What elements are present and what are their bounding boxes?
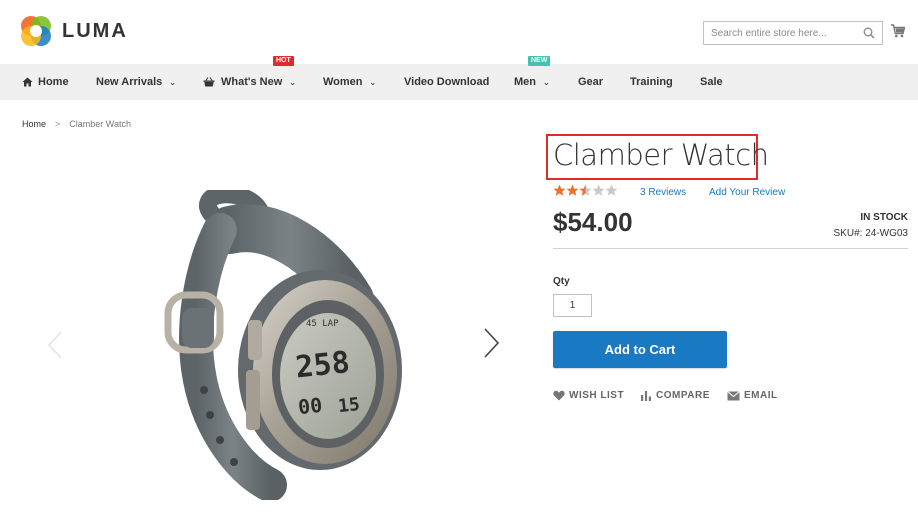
product-rating: [553, 184, 617, 197]
product-image[interactable]: 45 LAP 258 00 15: [160, 190, 420, 500]
compare-icon: [641, 391, 651, 401]
watch-top-label: 45 LAP: [306, 319, 339, 329]
reviews-link[interactable]: 3 Reviews: [640, 187, 686, 198]
breadcrumb-separator: >: [55, 119, 61, 129]
product-sku: SKU#: 24-WG03: [834, 228, 908, 239]
cart-icon[interactable]: [890, 23, 906, 39]
chevron-down-icon: ⌄: [369, 77, 377, 87]
compare-link[interactable]: COMPARE: [640, 390, 710, 401]
watch-main-value: 258: [294, 345, 352, 385]
basket-icon: [203, 77, 215, 87]
nav-label-home: Home: [38, 76, 69, 88]
gallery-next-arrow-icon[interactable]: [482, 327, 500, 359]
breadcrumb-home[interactable]: Home: [22, 119, 46, 129]
new-badge: NEW: [528, 56, 551, 66]
gallery-prev-arrow-icon[interactable]: [46, 330, 64, 360]
nav-label-sale: Sale: [700, 76, 723, 88]
nav-item-training[interactable]: Training: [630, 64, 673, 100]
nav-item-home[interactable]: Home: [22, 64, 69, 100]
qty-input[interactable]: [553, 294, 592, 317]
qty-label: Qty: [553, 276, 570, 287]
logo-text: LUMA: [62, 19, 128, 42]
watch-secondary-value: 15: [337, 394, 361, 417]
wishlist-link[interactable]: WISH LIST: [553, 390, 624, 401]
luma-logo[interactable]: LUMA: [20, 15, 128, 47]
luma-logo-icon: [21, 16, 51, 46]
nav-label-men: Men: [514, 76, 536, 88]
nav-label-video-download: Video Download: [404, 76, 490, 88]
email-link[interactable]: EMAIL: [727, 390, 778, 401]
nav-label-whats-new: What's New: [221, 76, 283, 88]
nav-item-men[interactable]: Men ⌄ NEW: [514, 56, 551, 100]
product-price: $54.00: [553, 207, 633, 237]
email-label: EMAIL: [744, 390, 778, 401]
wishlist-label: WISH LIST: [569, 390, 625, 401]
nav-label-new-arrivals: New Arrivals: [96, 76, 163, 88]
envelope-icon: [727, 390, 740, 400]
heart-icon: [553, 390, 565, 401]
breadcrumb-current: Clamber Watch: [69, 119, 131, 129]
compare-label: COMPARE: [656, 390, 710, 401]
product-gallery: 45 LAP 258 00 15: [30, 170, 520, 510]
nav-item-new-arrivals[interactable]: New Arrivals ⌄: [96, 64, 176, 100]
divider: [553, 248, 908, 249]
chevron-down-icon: ⌄: [169, 77, 176, 87]
breadcrumb: Home > Clamber Watch: [22, 119, 131, 129]
nav-label-women: Women: [323, 76, 363, 88]
hot-badge: HOT: [273, 56, 294, 66]
main-navigation: Home New Arrivals ⌄ What's New ⌄ HOT Wom…: [0, 56, 918, 100]
product-title: Clamber Watch: [553, 138, 769, 172]
search-input[interactable]: [704, 22, 854, 44]
nav-item-gear[interactable]: Gear: [578, 64, 603, 100]
sku-label: SKU#:: [833, 228, 863, 239]
add-review-link[interactable]: Add Your Review: [709, 187, 785, 198]
add-to-cart-button[interactable]: Add to Cart: [553, 331, 727, 368]
nav-label-training: Training: [630, 76, 673, 88]
nav-item-video-download[interactable]: Video Download: [404, 64, 489, 100]
stock-status: IN STOCK: [860, 212, 908, 223]
chevron-down-icon: ⌄: [289, 77, 296, 87]
nav-item-sale[interactable]: Sale: [700, 64, 723, 100]
watch-sub-value: 00: [297, 393, 323, 419]
search-icon[interactable]: [863, 27, 875, 39]
nav-item-whats-new[interactable]: What's New ⌄ HOT: [203, 56, 296, 100]
nav-label-gear: Gear: [578, 76, 604, 88]
header: LUMA: [0, 0, 918, 64]
search-box: [703, 21, 883, 45]
chevron-down-icon: ⌄: [543, 77, 550, 87]
nav-item-women[interactable]: Women ⌄: [323, 64, 376, 100]
sku-value: 24-WG03: [865, 228, 908, 239]
rating-stars-icon: [553, 184, 617, 196]
home-icon: [22, 77, 33, 87]
